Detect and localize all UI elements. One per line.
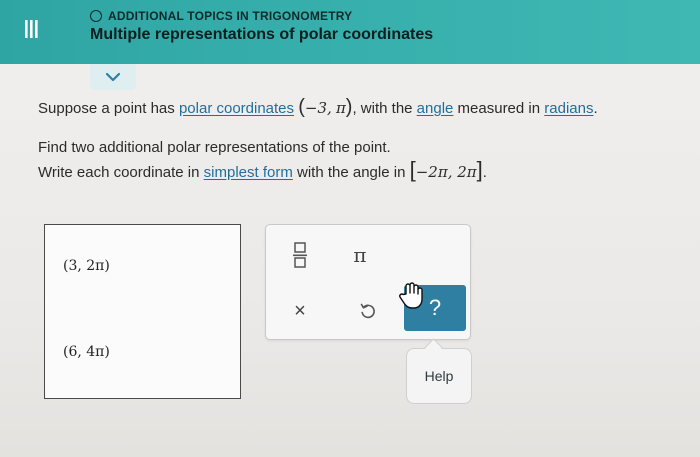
- point-r: −3,: [304, 99, 332, 117]
- pi-button[interactable]: π: [346, 241, 374, 269]
- question-text-segment: , with the: [352, 100, 417, 117]
- hamburger-icon: [25, 20, 38, 38]
- hand-cursor-icon: [399, 282, 423, 309]
- page-title: Multiple representations of polar coordi…: [90, 26, 434, 43]
- topic-circle-icon: [90, 10, 102, 22]
- undo-icon: [360, 303, 375, 319]
- angle-link[interactable]: angle: [417, 100, 454, 117]
- question-line-3: Write each coordinate in simplest form w…: [38, 159, 487, 183]
- collapse-toggle[interactable]: [90, 64, 136, 90]
- question-line-2: Find two additional polar representation…: [38, 139, 391, 156]
- clear-button[interactable]: ×: [286, 297, 314, 325]
- chevron-down-icon: [105, 72, 121, 82]
- simplest-form-link[interactable]: simplest form: [204, 164, 293, 181]
- topic-label: ADDITIONAL TOPICS IN TRIGONOMETRY: [90, 7, 352, 25]
- undo-button[interactable]: [354, 297, 382, 325]
- open-paren: (: [298, 96, 305, 118]
- answer-input-box[interactable]: (3, 2π) (6, 4π): [44, 224, 241, 399]
- fraction-button[interactable]: [286, 237, 314, 273]
- question-line-1: Suppose a point has polar coordinates (−…: [38, 97, 598, 119]
- answer-1[interactable]: (3, 2π): [63, 258, 110, 274]
- question-text-segment: with the angle in: [292, 164, 410, 181]
- point-theta: π: [335, 99, 346, 117]
- help-tooltip-label: Help: [424, 368, 454, 384]
- question-text-segment: Write each coordinate in: [38, 164, 204, 181]
- question-text-segment: .: [482, 164, 487, 181]
- interval: −2π, 2π: [415, 163, 477, 181]
- radians-link[interactable]: radians: [544, 100, 593, 117]
- question-text-segment: .: [593, 100, 598, 117]
- header-bar: ADDITIONAL TOPICS IN TRIGONOMETRY Multip…: [0, 0, 700, 64]
- menu-button[interactable]: [14, 12, 48, 46]
- help-tooltip: Help: [406, 348, 472, 404]
- topic-text: ADDITIONAL TOPICS IN TRIGONOMETRY: [108, 9, 353, 23]
- polar-coordinates-link[interactable]: polar coordinates: [179, 100, 294, 117]
- math-toolbox: π × ?: [265, 224, 471, 340]
- question-text-segment: Suppose a point has: [38, 100, 179, 117]
- question-text-segment: measured in: [453, 100, 545, 117]
- fraction-icon: [293, 242, 307, 268]
- answer-2[interactable]: (6, 4π): [63, 344, 110, 360]
